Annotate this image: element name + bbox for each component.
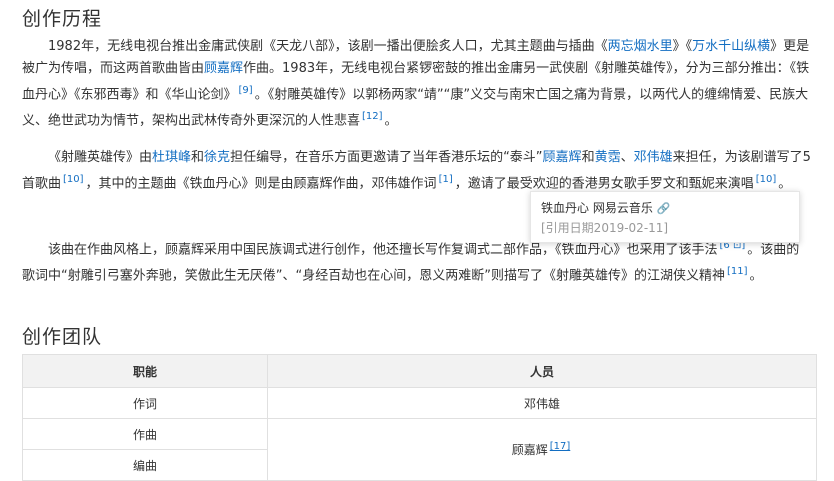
- text: 担任编导，在音乐方面更邀请了当年香港乐坛的“泰斗”: [230, 150, 543, 165]
- tooltip-title-row: 铁血丹心 网易云音乐 🔗: [541, 198, 789, 218]
- reference-link-12[interactable]: [12]: [362, 111, 383, 122]
- link-gu-jiahui[interactable]: 顾嘉辉: [543, 150, 582, 165]
- text: 和: [191, 150, 205, 165]
- table-row: 作曲 顾嘉辉 [17]: [22, 418, 817, 481]
- paragraph-2: 《射雕英雄传》由杜琪峰和徐克担任编导，在音乐方面更邀请了当年香港乐坛的“泰斗”顾…: [22, 147, 812, 195]
- table-cell-role: 作曲: [22, 418, 268, 450]
- section-heading-creative-team: 创作团队: [22, 326, 103, 348]
- table-row: 作词 邓伟雄: [22, 387, 817, 419]
- link-liangwang-yanshuili[interactable]: 两忘烟水里: [608, 39, 673, 54]
- reference-link-10[interactable]: [10]: [63, 174, 84, 185]
- text: 1982年，无线电视台推出金庸武侠剧《天龙八部》，该剧一播出便脍炙人口，尤其主题…: [48, 39, 608, 54]
- text: 。: [384, 113, 398, 129]
- link-gu-jiahui[interactable]: 顾嘉辉: [204, 61, 243, 76]
- table-header-role: 职能: [22, 354, 268, 388]
- link-du-qifeng[interactable]: 杜琪峰: [152, 150, 191, 165]
- reference-link-11[interactable]: [11]: [727, 266, 748, 277]
- text: ，其中的主题曲《铁血丹心》则是由顾嘉辉作曲，邓伟雄作词: [85, 176, 437, 192]
- text: 》《: [672, 39, 693, 54]
- text: 。: [778, 176, 792, 192]
- tooltip-title[interactable]: 铁血丹心 网易云音乐: [541, 201, 653, 215]
- link-huang-zhan[interactable]: 黄霑: [595, 150, 621, 165]
- section-heading-creation-history: 创作历程: [22, 8, 103, 30]
- table-cell-role: 编曲: [22, 449, 268, 481]
- text: 。: [749, 268, 763, 284]
- reference-link-9[interactable]: [9]: [239, 85, 253, 96]
- table-header-person: 人员: [267, 354, 817, 388]
- text: 《射雕英雄传》由: [48, 150, 153, 165]
- text: 和: [581, 150, 595, 165]
- paragraph-1: 1982年，无线电视台推出金庸武侠剧《天龙八部》，该剧一播出便脍炙人口，尤其主题…: [22, 36, 812, 133]
- text: 该曲在作曲风格上，顾嘉辉采用中国民族调式进行创作，他还擅长写作复调式二部作品，《…: [48, 242, 718, 258]
- reference-link-10[interactable]: [10]: [756, 174, 777, 185]
- table-cell-person: 顾嘉辉: [511, 443, 548, 457]
- table-header-row: 职能 人员: [22, 354, 817, 388]
- link-deng-weixiong[interactable]: 邓伟雄: [634, 150, 673, 165]
- link-icon: 🔗: [656, 202, 671, 215]
- reference-link-1[interactable]: [1]: [439, 174, 453, 185]
- creative-team-table: 职能 人员 作词 邓伟雄 作曲 顾嘉辉 [17] 编曲: [22, 354, 817, 481]
- reference-tooltip: 铁血丹心 网易云音乐 🔗 [引用日期2019-02-11]: [530, 191, 800, 243]
- table-cell-role: 作词: [22, 387, 268, 419]
- text: 、: [620, 150, 634, 165]
- table-cell-person-merged: 顾嘉辉 [17]: [267, 418, 817, 481]
- tooltip-date: [引用日期2019-02-11]: [541, 221, 669, 235]
- reference-link-17[interactable]: [17]: [550, 441, 571, 452]
- table-cell-person: 邓伟雄: [267, 387, 817, 419]
- text: ，邀请了最受欢迎的香港男女歌手罗文和甄妮来演唱: [454, 176, 754, 192]
- link-wanshui-qianshan[interactable]: 万水千山纵横: [692, 39, 770, 54]
- link-xu-ke[interactable]: 徐克: [204, 150, 230, 165]
